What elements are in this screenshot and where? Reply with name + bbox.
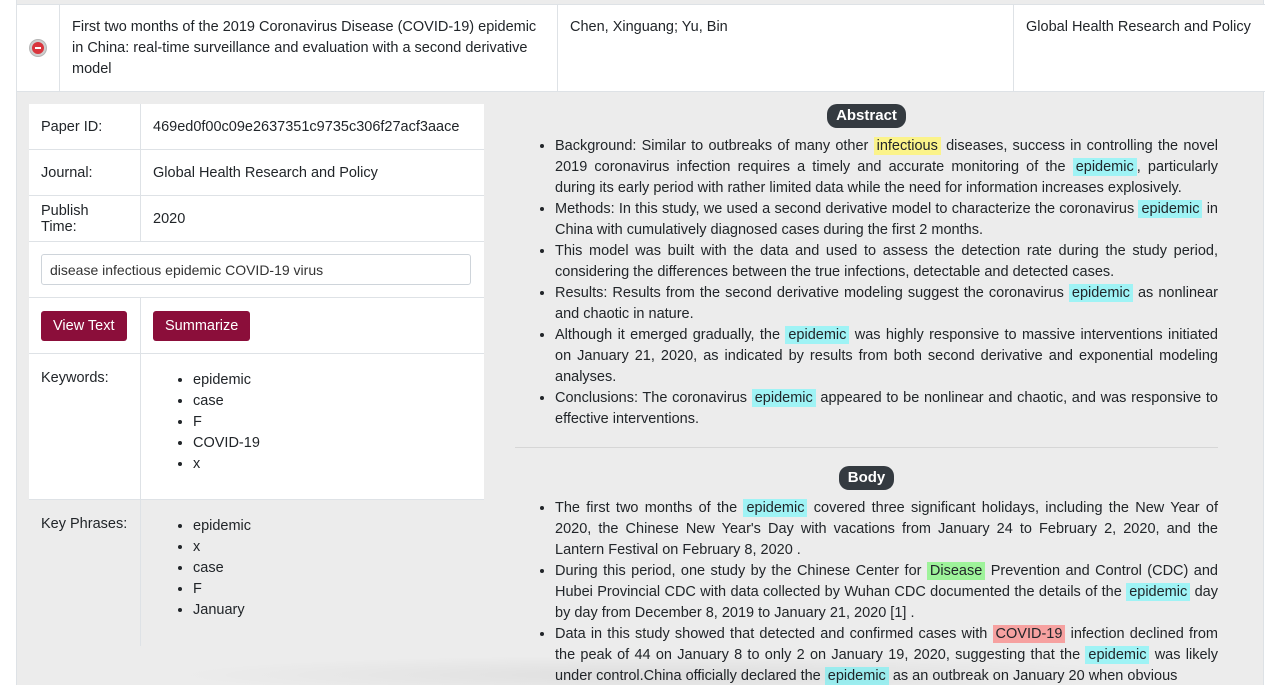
- abstract-paragraph: Conclusions: The coronavirus epidemic ap…: [555, 388, 1218, 430]
- highlight-epidemic: epidemic: [785, 326, 850, 344]
- summarize-cell: Summarize: [141, 298, 484, 353]
- paragraph-text: Conclusions: The coronavirus: [555, 390, 752, 406]
- highlight-epidemic: epidemic: [743, 499, 808, 517]
- keyword-item: case: [193, 391, 260, 412]
- paper-authors: Chen, Xinguang; Yu, Bin: [558, 5, 1014, 91]
- bottom-shadow: [167, 655, 1167, 685]
- keyword-item: epidemic: [193, 370, 260, 391]
- keywords-row: Keywords: epidemic case F COVID-19 x: [29, 354, 484, 500]
- key-phrase-item: x: [193, 537, 251, 558]
- paragraph-text: Data in this study showed that detected …: [555, 626, 993, 642]
- body-paragraph: During this period, one study by the Chi…: [555, 561, 1218, 624]
- abstract-heading: Abstract: [827, 104, 906, 128]
- text-panel: Abstract Background: Similar to outbreak…: [515, 104, 1218, 685]
- abstract-list: Background: Similar to outbreaks of many…: [515, 136, 1218, 430]
- keywords-cell: epidemic case F COVID-19 x: [141, 354, 484, 499]
- journal-value: Global Health Research and Policy: [153, 164, 378, 181]
- summarize-button[interactable]: Summarize: [153, 310, 251, 341]
- highlight-infectious: infectious: [873, 137, 941, 155]
- details-panel: Paper ID: 469ed0f00c09e2637351c9735c306f…: [29, 104, 484, 646]
- highlight-epidemic: epidemic: [1072, 158, 1137, 176]
- keywords-list: epidemic case F COVID-19 x: [153, 370, 260, 475]
- search-row: [29, 242, 484, 298]
- highlight-epidemic: epidemic: [1126, 583, 1191, 601]
- keyword-item: F: [193, 412, 260, 433]
- publish-time-label: Publish Time:: [29, 196, 141, 241]
- journal-row: Journal: Global Health Research and Poli…: [29, 150, 484, 196]
- keywords-label: Keywords:: [29, 354, 141, 499]
- keyword-item: COVID-19: [193, 433, 260, 454]
- paper-id-value: 469ed0f00c09e2637351c9735c306f27acf3aace: [153, 118, 460, 135]
- paragraph-text: Methods: In this study, we used a second…: [555, 201, 1139, 217]
- key-phrases-label: Key Phrases:: [29, 500, 141, 646]
- paragraph-text: During this period, one study by the Chi…: [555, 563, 927, 579]
- keyword-search-input[interactable]: [41, 254, 471, 285]
- paper-id-label: Paper ID:: [29, 104, 141, 149]
- key-phrases-list: epidemic x case F January: [153, 516, 251, 621]
- paragraph-text: Background: Similar to outbreaks of many…: [555, 138, 874, 154]
- collapse-minus-icon[interactable]: [30, 40, 46, 56]
- toggle-cell: [17, 5, 60, 91]
- highlight-epidemic: epidemic: [1068, 284, 1133, 302]
- highlight-epidemic: epidemic: [1138, 200, 1203, 218]
- key-phrase-item: January: [193, 600, 251, 621]
- key-phrase-item: epidemic: [193, 516, 251, 537]
- highlight-covid: COVID-19: [992, 625, 1066, 643]
- view-text-button[interactable]: View Text: [41, 310, 127, 341]
- key-phrase-item: case: [193, 558, 251, 579]
- paper-id-row: Paper ID: 469ed0f00c09e2637351c9735c306f…: [29, 104, 484, 150]
- abstract-paragraph: Background: Similar to outbreaks of many…: [555, 136, 1218, 199]
- highlight-epidemic: epidemic: [751, 389, 816, 407]
- body-header: Body: [515, 466, 1218, 490]
- abstract-paragraph: This model was built with the data and u…: [555, 241, 1218, 283]
- body-paragraph: The first two months of the epidemic cov…: [555, 498, 1218, 561]
- publish-time-row: Publish Time: 2020: [29, 196, 484, 242]
- paragraph-text: This model was built with the data and u…: [555, 243, 1218, 280]
- paragraph-text: The first two months of the: [555, 500, 744, 516]
- view-text-cell: View Text: [29, 298, 141, 353]
- paragraph-text: Although it emerged gradually, the: [555, 327, 786, 343]
- highlight-disease: Disease: [926, 562, 986, 580]
- key-phrases-row: Key Phrases: epidemic x case F January: [29, 500, 484, 646]
- actions-row: View Text Summarize: [29, 298, 484, 354]
- abstract-header: Abstract: [515, 104, 1218, 128]
- paragraph-text: Results: Results from the second derivat…: [555, 285, 1069, 301]
- key-phrases-cell: epidemic x case F January: [141, 500, 484, 646]
- abstract-paragraph: Results: Results from the second derivat…: [555, 283, 1218, 325]
- key-phrase-item: F: [193, 579, 251, 600]
- paper-title: First two months of the 2019 Coronavirus…: [60, 5, 558, 91]
- abstract-paragraph: Although it emerged gradually, the epide…: [555, 325, 1218, 388]
- publish-time-value: 2020: [153, 210, 186, 227]
- paper-journal: Global Health Research and Policy: [1026, 19, 1251, 35]
- body-heading: Body: [838, 466, 895, 490]
- journal-label: Journal:: [29, 150, 141, 195]
- abstract-paragraph: Methods: In this study, we used a second…: [555, 199, 1218, 241]
- result-frame: First two months of the 2019 Coronavirus…: [16, 0, 1265, 685]
- result-row: First two months of the 2019 Coronavirus…: [17, 4, 1265, 92]
- section-divider: [515, 447, 1218, 448]
- keyword-item: x: [193, 454, 260, 475]
